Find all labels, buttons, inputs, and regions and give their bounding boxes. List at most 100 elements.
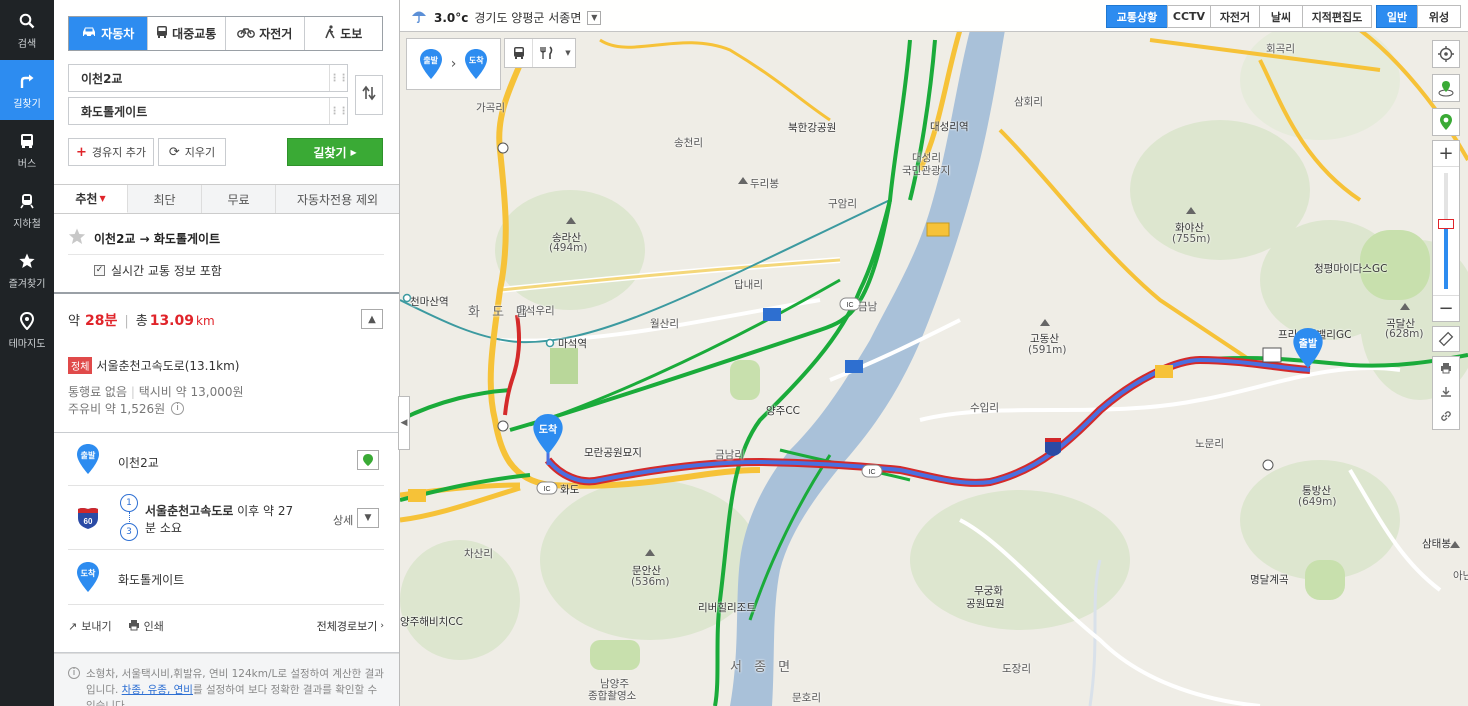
map-label: (536m): [631, 576, 670, 588]
arrow-right-icon: ▶: [350, 147, 357, 157]
start-pin-text: 출발: [80, 451, 96, 460]
mode-label: 대중교통: [172, 27, 217, 41]
zoom-handle[interactable]: [1438, 219, 1454, 229]
route-shield-391: [926, 222, 950, 237]
walk-icon: [324, 25, 336, 42]
green-pin-icon: [1440, 114, 1452, 130]
map-label: 리버힐리조트: [698, 602, 756, 614]
car-icon: [81, 26, 97, 41]
mode-label: 자동차: [101, 27, 135, 41]
note-text: 입니다.: [86, 684, 122, 696]
bus-poi-button[interactable]: [505, 39, 533, 67]
normal-map-button[interactable]: 일반: [1376, 5, 1418, 28]
link-button[interactable]: [1440, 410, 1452, 425]
weather-label: 날씨: [1270, 10, 1292, 24]
download-button[interactable]: [1440, 386, 1452, 401]
nav-favorites[interactable]: 즐겨찾기: [0, 240, 54, 300]
share-button[interactable]: ↗ 보내기: [68, 618, 112, 634]
route-summary: 약 28분 | 총 13.09 km: [68, 310, 215, 330]
poi-toggle-box: ▼: [504, 38, 576, 68]
start-marker-icon: [1438, 81, 1454, 97]
full-route-link[interactable]: 전체경로보기 ›: [317, 618, 384, 634]
mode-car[interactable]: 자동차: [69, 17, 148, 50]
collapse-button[interactable]: ▲: [361, 309, 383, 329]
ruler-button[interactable]: [1432, 326, 1460, 352]
bicycle-layer-button[interactable]: 자전거: [1210, 5, 1260, 28]
satellite-button[interactable]: 위성: [1417, 5, 1461, 28]
tab-no-motorway[interactable]: 자동차전용 제외: [276, 185, 399, 213]
tab-shortest[interactable]: 최단: [128, 185, 202, 213]
panel-toggle[interactable]: ◀: [398, 396, 410, 450]
map-label: 청평마이다스GC: [1314, 263, 1388, 275]
map-label: (494m): [549, 242, 588, 254]
drag-handle-icon[interactable]: ⋮⋮: [329, 98, 349, 124]
map-label: 대성리역: [930, 121, 969, 133]
print-map-button[interactable]: [1440, 362, 1452, 377]
tab-free[interactable]: 무료: [202, 185, 276, 213]
map-label: 두리봉: [750, 178, 779, 190]
traffic-button[interactable]: 교통상황: [1106, 5, 1168, 28]
green-pin-icon: [363, 454, 373, 466]
nav-label: 즐겨찾기: [8, 278, 46, 290]
zoom-in-button[interactable]: +: [1433, 141, 1459, 167]
locate-start-button[interactable]: [357, 450, 379, 470]
nav-directions[interactable]: 길찾기: [0, 60, 54, 120]
total-label: 총: [135, 314, 148, 329]
print-button[interactable]: 인쇄: [128, 618, 164, 634]
nav-bus[interactable]: 버스: [0, 120, 54, 180]
zoom-slider[interactable]: [1433, 167, 1459, 295]
settings-link[interactable]: 차종, 유종, 연비: [122, 684, 193, 696]
clear-button[interactable]: ⟳ 지우기: [158, 138, 226, 166]
print-icon: [1441, 362, 1451, 373]
mode-bicycle[interactable]: 자전거: [226, 17, 305, 50]
location-dropdown[interactable]: ▼: [587, 10, 602, 25]
mode-walk[interactable]: 도보: [304, 17, 382, 50]
nav-label: 테마지도: [8, 338, 46, 350]
map-start-pin[interactable]: 출발: [1292, 326, 1324, 370]
highway-duration-2: 분 소요: [145, 521, 182, 535]
nav-label: 버스: [17, 158, 37, 170]
chevron-left-icon: ◀: [400, 418, 408, 428]
swap-icon: [362, 85, 376, 105]
divider: [68, 254, 384, 255]
nav-search[interactable]: 검색: [0, 0, 54, 60]
expand-button[interactable]: ▼: [357, 508, 379, 528]
map-label: 금남: [858, 301, 878, 313]
star-icon: [17, 251, 37, 271]
map-label: (755m): [1172, 233, 1211, 245]
route-road: 정체 서울춘천고속도로(13.1km): [68, 357, 239, 374]
find-route-button[interactable]: 길찾기 ▶: [287, 138, 383, 166]
mode-transit[interactable]: 대중교통: [147, 17, 226, 50]
nav-theme-map[interactable]: 테마지도: [0, 300, 54, 360]
add-waypoint-button[interactable]: + 경유지 추가: [68, 138, 154, 166]
nav-subway[interactable]: 지하철: [0, 180, 54, 240]
end-flag-button[interactable]: [1432, 108, 1460, 136]
distance-unit: km: [196, 314, 215, 328]
download-icon: [1441, 386, 1451, 397]
weather-button[interactable]: 날씨: [1259, 5, 1303, 28]
tab-recommended[interactable]: 추천 ▼: [54, 185, 128, 213]
my-location-button[interactable]: [1432, 40, 1460, 68]
map-label: 천마산역: [410, 296, 449, 308]
zoom-out-button[interactable]: −: [1433, 295, 1459, 321]
map-end-pin[interactable]: 도착: [532, 412, 564, 456]
minus-icon: −: [1438, 298, 1454, 319]
start-input[interactable]: 이천2교 ⋮⋮: [68, 64, 349, 92]
realtime-checkbox[interactable]: ✓ 실시간 교통 정보 포함: [94, 262, 222, 279]
info-icon[interactable]: i: [171, 402, 185, 415]
nav-label: 지하철: [13, 218, 41, 230]
end-input[interactable]: 화도톨게이트 ⋮⋮: [68, 97, 349, 125]
start-flag-button[interactable]: [1432, 74, 1460, 102]
fork-knife-icon: [540, 46, 553, 59]
poi-dropdown[interactable]: ▼: [561, 39, 575, 67]
swap-button[interactable]: [355, 75, 383, 115]
restaurant-poi-button[interactable]: [533, 39, 561, 67]
star-icon[interactable]: [68, 228, 86, 248]
add-waypoint-label: 경유지 추가: [91, 146, 146, 159]
drag-handle-icon[interactable]: ⋮⋮: [329, 65, 349, 91]
map-view[interactable]: IC IC IC 가곡리 송천리 북한강공원 대성리역 대성리 국민관광지 삼회…: [400, 0, 1468, 706]
caret-down-icon: ▼: [591, 13, 598, 22]
detail-label[interactable]: 상세: [333, 512, 353, 528]
cadastral-button[interactable]: 지적편집도: [1302, 5, 1372, 28]
cctv-button[interactable]: CCTV: [1167, 5, 1211, 28]
